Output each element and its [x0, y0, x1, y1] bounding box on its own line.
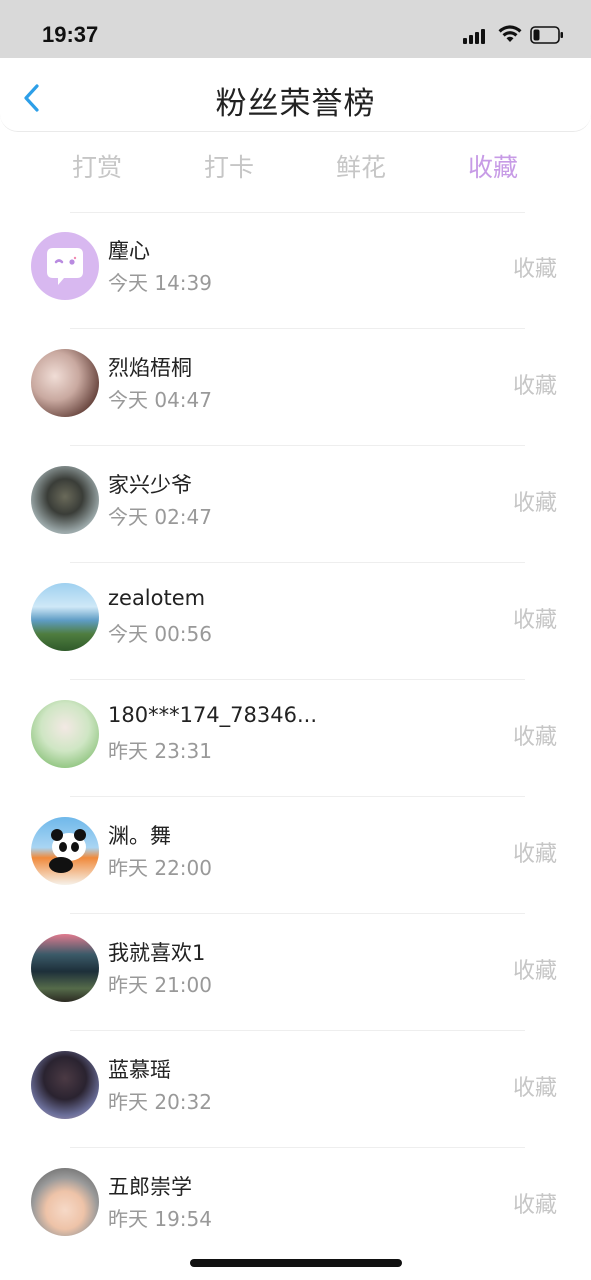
- page-title: 粉丝荣誉榜: [215, 86, 376, 122]
- avatar: [31, 700, 99, 768]
- row-divider: [70, 679, 525, 680]
- list-item[interactable]: 烈焰梧桐 今天 04:47 收藏: [0, 330, 591, 446]
- action-label: 收藏: [512, 959, 557, 984]
- wifi-icon: [498, 25, 522, 42]
- row-divider: [70, 445, 525, 446]
- action-label: 收藏: [512, 257, 557, 282]
- tab-reward[interactable]: 打赏: [37, 148, 157, 184]
- action-label: 收藏: [512, 608, 557, 633]
- row-divider: [70, 1030, 525, 1031]
- fan-time: 昨天 21:00: [108, 973, 212, 997]
- fan-name: 五郎崇学: [108, 1175, 192, 1199]
- list-item[interactable]: zealotem 今天 00:56 收藏: [0, 564, 591, 680]
- avatar: [31, 817, 99, 885]
- list-item[interactable]: 我就喜欢1 昨天 21:00 收藏: [0, 915, 591, 1031]
- battery-icon: [530, 26, 563, 44]
- fan-time: 昨天 19:54: [108, 1207, 212, 1231]
- list-item[interactable]: 渊。舞 昨天 22:00 收藏: [0, 798, 591, 914]
- fan-time: 昨天 20:32: [108, 1090, 212, 1114]
- avatar: [31, 1051, 99, 1119]
- fan-name: 渊。舞: [108, 824, 171, 848]
- fan-name: 烈焰梧桐: [108, 356, 192, 380]
- action-label: 收藏: [512, 1193, 557, 1218]
- list-item[interactable]: 蓝慕瑶 昨天 20:32 收藏: [0, 1032, 591, 1148]
- row-divider: [70, 913, 525, 914]
- action-label: 收藏: [512, 725, 557, 750]
- tab-flowers[interactable]: 鲜花: [301, 148, 421, 184]
- panda-icon: [49, 829, 86, 873]
- action-label: 收藏: [512, 1076, 557, 1101]
- row-divider: [70, 796, 525, 797]
- fan-time: 昨天 22:00: [108, 856, 212, 880]
- avatar: [31, 349, 99, 417]
- fan-time: 今天 14:39: [108, 271, 212, 295]
- status-bar: 19:37: [0, 0, 591, 58]
- cellular-signal-icon: [463, 28, 489, 44]
- action-label: 收藏: [512, 842, 557, 867]
- chat-bubble-icon: [47, 248, 83, 285]
- fan-name: 麈心: [108, 239, 150, 263]
- list-item[interactable]: 麈心 今天 14:39 收藏: [0, 213, 591, 329]
- action-label: 收藏: [512, 374, 557, 399]
- row-divider: [70, 1147, 525, 1148]
- fan-name: 180***174_78346...: [108, 703, 317, 727]
- fan-time: 今天 00:56: [108, 622, 212, 646]
- tab-favorites[interactable]: 收藏: [433, 148, 553, 184]
- status-time: 19:37: [42, 22, 99, 47]
- avatar: [31, 232, 99, 300]
- nav-bar: 粉丝荣誉榜: [0, 58, 591, 132]
- row-divider: [70, 328, 525, 329]
- avatar: [31, 934, 99, 1002]
- tab-bar: 打赏 打卡 鲜花 收藏: [0, 138, 591, 194]
- action-label: 收藏: [512, 491, 557, 516]
- avatar: [31, 583, 99, 651]
- fan-name: 蓝慕瑶: [108, 1058, 171, 1082]
- avatar: [31, 466, 99, 534]
- list-item[interactable]: 180***174_78346... 昨天 23:31 收藏: [0, 681, 591, 797]
- avatar: [31, 1168, 99, 1236]
- fan-time: 今天 04:47: [108, 388, 212, 412]
- fan-time: 昨天 23:31: [108, 739, 212, 763]
- fan-name: zealotem: [108, 586, 206, 610]
- tab-checkin[interactable]: 打卡: [169, 148, 289, 184]
- fan-time: 今天 02:47: [108, 505, 212, 529]
- fan-name: 我就喜欢1: [108, 941, 206, 965]
- home-indicator: [190, 1259, 402, 1267]
- fan-name: 家兴少爷: [108, 473, 192, 497]
- list-item[interactable]: 家兴少爷 今天 02:47 收藏: [0, 447, 591, 563]
- list-item[interactable]: 五郎崇学 昨天 19:54 收藏: [0, 1149, 591, 1265]
- row-divider: [70, 562, 525, 563]
